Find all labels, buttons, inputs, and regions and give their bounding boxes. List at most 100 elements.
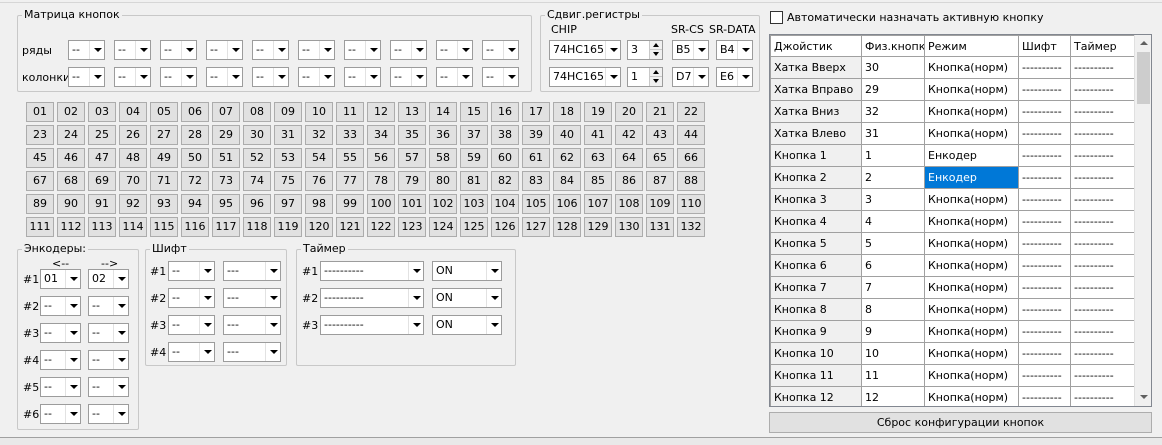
physical-button-101[interactable]: 101 — [398, 194, 426, 214]
physical-button-30[interactable]: 30 — [243, 125, 271, 145]
physical-button-105[interactable]: 105 — [522, 194, 550, 214]
cell-shift[interactable]: ---------- — [1018, 276, 1071, 299]
cell-timer[interactable]: ---------- — [1070, 210, 1135, 233]
chevron-down-icon[interactable] — [135, 41, 150, 59]
physical-button-61[interactable]: 61 — [522, 148, 550, 168]
scroll-down-arrow-icon[interactable] — [1135, 389, 1151, 406]
chevron-down-icon[interactable] — [65, 297, 80, 315]
cell-shift[interactable]: ---------- — [1018, 254, 1071, 277]
physical-button-115[interactable]: 115 — [150, 217, 178, 237]
scroll-thumb[interactable] — [1137, 52, 1150, 104]
physical-button-128[interactable]: 128 — [553, 217, 581, 237]
cell-mode[interactable]: Кнопка(норм) — [924, 188, 1019, 211]
physical-button-54[interactable]: 54 — [305, 148, 333, 168]
physical-button-53[interactable]: 53 — [274, 148, 302, 168]
chevron-down-icon[interactable] — [227, 68, 242, 86]
physical-button-112[interactable]: 112 — [57, 217, 85, 237]
physical-button-132[interactable]: 132 — [677, 217, 705, 237]
cell-name[interactable]: Хатка Вверх — [770, 56, 862, 79]
physical-button-94[interactable]: 94 — [181, 194, 209, 214]
physical-button-64[interactable]: 64 — [615, 148, 643, 168]
sr-chip-select-2[interactable]: 74HC165 — [549, 67, 621, 87]
shift-4-button-select[interactable]: -- — [168, 342, 215, 362]
physical-button-125[interactable]: 125 — [460, 217, 488, 237]
physical-button-88[interactable]: 88 — [677, 171, 705, 191]
physical-button-18[interactable]: 18 — [553, 102, 581, 122]
physical-button-104[interactable]: 104 — [491, 194, 519, 214]
physical-button-42[interactable]: 42 — [615, 125, 643, 145]
physical-button-119[interactable]: 119 — [274, 217, 302, 237]
physical-button-106[interactable]: 106 — [553, 194, 581, 214]
physical-button-50[interactable]: 50 — [181, 148, 209, 168]
physical-button-22[interactable]: 22 — [677, 102, 705, 122]
cell-timer[interactable]: ---------- — [1070, 254, 1135, 277]
physical-button-16[interactable]: 16 — [491, 102, 519, 122]
physical-button-82[interactable]: 82 — [491, 171, 519, 191]
physical-button-45[interactable]: 45 — [26, 148, 54, 168]
chevron-down-icon[interactable] — [273, 41, 288, 59]
table-row[interactable]: Кнопка 6 6 Кнопка(норм) ---------- ---------… — [770, 254, 1135, 277]
reset-config-button[interactable]: Сброс конфигурации кнопок — [769, 412, 1152, 433]
physical-button-29[interactable]: 29 — [212, 125, 240, 145]
chevron-down-icon[interactable] — [113, 324, 128, 342]
sr-data-select-1[interactable]: B4 — [716, 40, 753, 60]
chevron-down-icon[interactable] — [113, 351, 128, 369]
chevron-down-icon[interactable] — [181, 41, 196, 59]
table-row[interactable]: Кнопка 3 3 Кнопка(норм) ---------- ---------… — [770, 188, 1135, 211]
table-row[interactable]: Кнопка 1 1 Енкодер ---------- ---------- — [770, 144, 1135, 167]
matrix-row-select-9[interactable]: -- — [436, 40, 473, 60]
cell-name[interactable]: Кнопка 9 — [770, 320, 862, 343]
matrix-row-select-7[interactable]: -- — [344, 40, 381, 60]
physical-button-58[interactable]: 58 — [429, 148, 457, 168]
physical-button-37[interactable]: 37 — [460, 125, 488, 145]
physical-button-110[interactable]: 110 — [677, 194, 705, 214]
matrix-row-select-8[interactable]: -- — [390, 40, 427, 60]
matrix-row-select-10[interactable]: -- — [482, 40, 519, 60]
physical-button-97[interactable]: 97 — [274, 194, 302, 214]
cell-shift[interactable]: ---------- — [1018, 342, 1071, 365]
chevron-down-icon[interactable] — [135, 68, 150, 86]
column-header-4[interactable]: Шифт — [1018, 35, 1071, 57]
spin-up-arrow-icon[interactable] — [649, 68, 662, 77]
cell-name[interactable]: Кнопка 8 — [770, 298, 862, 321]
shift-1-button-select[interactable]: -- — [168, 261, 215, 281]
cell-phys[interactable]: 11 — [861, 364, 925, 387]
cell-mode[interactable]: Кнопка(норм) — [924, 298, 1019, 321]
physical-button-74[interactable]: 74 — [243, 171, 271, 191]
chevron-down-icon[interactable] — [113, 297, 128, 315]
chevron-down-icon[interactable] — [503, 41, 518, 59]
physical-button-63[interactable]: 63 — [584, 148, 612, 168]
physical-button-62[interactable]: 62 — [553, 148, 581, 168]
matrix-col-select-9[interactable]: -- — [436, 67, 473, 87]
chevron-down-icon[interactable] — [411, 41, 426, 59]
physical-button-113[interactable]: 113 — [88, 217, 116, 237]
cell-shift[interactable]: ---------- — [1018, 56, 1071, 79]
encoder-3-left-select[interactable]: -- — [40, 323, 81, 343]
cell-phys[interactable]: 4 — [861, 210, 925, 233]
physical-button-122[interactable]: 122 — [367, 217, 395, 237]
physical-button-129[interactable]: 129 — [584, 217, 612, 237]
table-row[interactable]: Кнопка 7 7 Кнопка(норм) ---------- ---------… — [770, 276, 1135, 299]
chevron-down-icon[interactable] — [199, 262, 214, 280]
physical-button-87[interactable]: 87 — [646, 171, 674, 191]
physical-button-102[interactable]: 102 — [429, 194, 457, 214]
chevron-down-icon[interactable] — [486, 289, 501, 307]
cell-name[interactable]: Кнопка 6 — [770, 254, 862, 277]
table-row[interactable]: Хатка Влево 31 Кнопка(норм) ---------- -----… — [770, 122, 1135, 145]
chevron-down-icon[interactable] — [737, 41, 752, 59]
physical-button-21[interactable]: 21 — [646, 102, 674, 122]
sr-count-spinner-1[interactable]: 3 — [627, 40, 663, 60]
encoder-4-left-select[interactable]: -- — [40, 350, 81, 370]
physical-button-95[interactable]: 95 — [212, 194, 240, 214]
encoder-3-right-select[interactable]: -- — [88, 323, 129, 343]
physical-button-78[interactable]: 78 — [367, 171, 395, 191]
physical-button-51[interactable]: 51 — [212, 148, 240, 168]
chevron-down-icon[interactable] — [265, 262, 280, 280]
chevron-down-icon[interactable] — [319, 68, 334, 86]
chevron-down-icon[interactable] — [113, 270, 128, 288]
matrix-col-select-10[interactable]: -- — [482, 67, 519, 87]
cell-shift[interactable]: ---------- — [1018, 188, 1071, 211]
cell-name[interactable]: Кнопка 4 — [770, 210, 862, 233]
cell-phys[interactable]: 32 — [861, 100, 925, 123]
table-row[interactable]: Хатка Вправо 29 Кнопка(норм) ---------- ----… — [770, 78, 1135, 101]
